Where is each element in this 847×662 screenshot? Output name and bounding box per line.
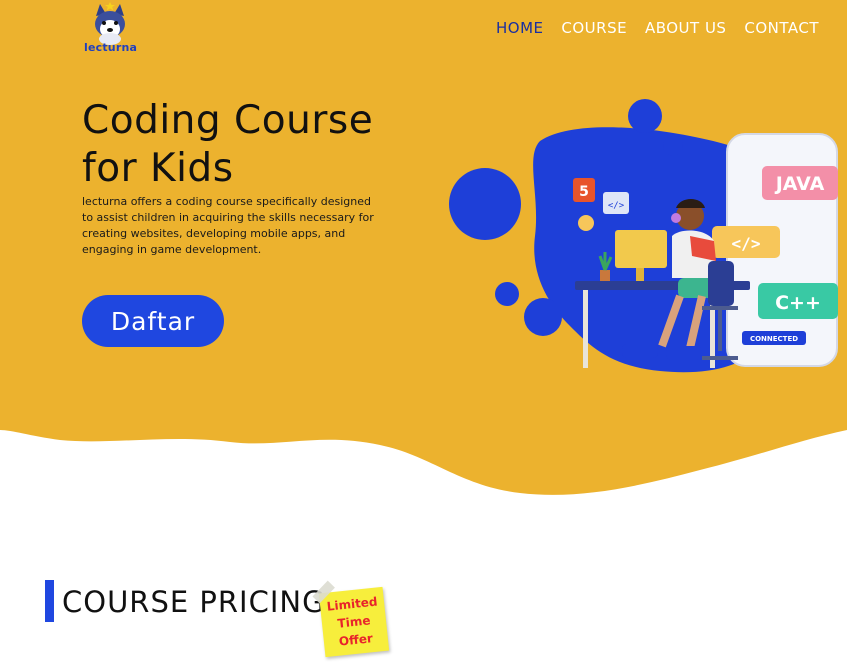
hero-description: lecturna offers a coding course specific… — [82, 195, 374, 256]
java-tag-label: JAVA — [774, 173, 825, 195]
cpp-tag-label: C++ — [775, 292, 821, 314]
connected-label: CONNECTED — [750, 335, 798, 343]
section-accent-bar — [45, 580, 54, 622]
nav-course[interactable]: COURSE — [561, 19, 627, 37]
limited-time-offer-badge: Limited Time Offer — [312, 580, 390, 658]
main-nav: HOME COURSE ABOUT US CONTACT — [496, 19, 819, 37]
nav-contact[interactable]: CONTACT — [744, 19, 819, 37]
hero-title: Coding Course for Kids — [82, 98, 374, 191]
code-window-icon: </> — [608, 201, 625, 211]
html5-icon: 5 — [579, 184, 589, 200]
badge-line-3: Offer — [338, 631, 374, 649]
globe-icon — [578, 215, 594, 231]
coding-kid-illustration: JAVA </> C++ CONNECTED 5 </> — [449, 99, 838, 373]
daftar-button[interactable]: Daftar — [82, 295, 224, 347]
nav-home[interactable]: HOME — [496, 19, 544, 37]
nav-about-us[interactable]: ABOUT US — [645, 19, 727, 37]
code-tag-icon: </> — [732, 234, 761, 253]
brand-name: lecturna — [84, 41, 138, 54]
section-title-course-pricing: COURSE PRICING — [62, 585, 326, 619]
